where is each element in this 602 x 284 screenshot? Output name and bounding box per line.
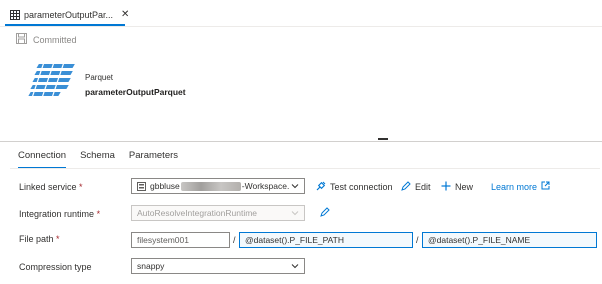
file-path-label: File path *: [19, 234, 60, 244]
tab-title: parameterOutputPar...: [24, 10, 114, 20]
learn-more-link[interactable]: Learn more: [491, 181, 550, 192]
pencil-icon: [401, 181, 411, 193]
dataset-name: parameterOutputParquet: [85, 87, 186, 97]
chevron-down-icon: [291, 262, 299, 270]
file-path-label-text: File path: [19, 234, 54, 244]
table-icon: [10, 10, 20, 20]
edit-label: Edit: [415, 182, 431, 192]
plug-icon: [316, 181, 326, 193]
redacted-text: [180, 181, 241, 191]
save-icon: [16, 33, 27, 46]
test-connection-label: Test connection: [330, 182, 393, 192]
tab-connection[interactable]: Connection: [18, 150, 67, 169]
committed-label: Committed: [33, 34, 77, 45]
directory-value: @dataset().P_FILE_PATH: [245, 235, 345, 245]
tab-schema[interactable]: Schema: [80, 150, 115, 169]
tab-parameter-output-parquet[interactable]: parameterOutputPar... ✕: [5, 6, 129, 26]
file-path-directory-input[interactable]: @dataset().P_FILE_PATH: [239, 232, 413, 248]
tab-parameters[interactable]: Parameters: [129, 150, 178, 169]
committed-status: Committed: [16, 33, 77, 46]
pane-resize-handle[interactable]: [378, 138, 388, 140]
close-icon[interactable]: ✕: [121, 10, 129, 20]
learn-more-label: Learn more: [491, 181, 538, 192]
required-marker: *: [79, 182, 83, 192]
open-external-icon: [541, 181, 550, 192]
chevron-down-icon: [291, 209, 299, 217]
new-button[interactable]: New: [441, 181, 473, 193]
file-value: @dataset().P_FILE_NAME: [428, 235, 531, 245]
integration-runtime-label-text: Integration runtime: [19, 209, 95, 219]
storage-icon: [137, 181, 146, 191]
linked-service-value-suffix: -Workspace.: [241, 181, 290, 191]
container-value: filesystem001: [137, 235, 189, 245]
linked-service-value-prefix: gbbluse: [150, 181, 180, 191]
compression-type-label-text: Compression type: [19, 262, 92, 272]
required-marker: *: [96, 209, 101, 219]
file-path-file-input[interactable]: @dataset().P_FILE_NAME: [422, 232, 597, 248]
compression-type-select[interactable]: snappy: [131, 258, 305, 274]
parquet-icon: [22, 61, 78, 99]
plus-icon: [441, 181, 451, 193]
integration-runtime-label: Integration runtime *: [19, 209, 100, 219]
edit-runtime-button[interactable]: [320, 207, 330, 219]
pane-divider: [0, 141, 602, 142]
path-separator: /: [233, 235, 236, 245]
compression-type-label: Compression type: [19, 262, 92, 272]
path-separator: /: [416, 235, 419, 245]
required-marker: *: [56, 234, 60, 244]
integration-runtime-value: AutoResolveIntegrationRuntime: [137, 208, 258, 218]
linked-service-label: Linked service *: [19, 182, 83, 192]
compression-type-value: snappy: [137, 261, 165, 271]
pencil-icon: [320, 207, 330, 219]
test-connection-button[interactable]: Test connection: [316, 181, 393, 193]
dataset-type: Parquet: [85, 73, 114, 82]
properties-tabs: Connection Schema Parameters: [18, 150, 178, 169]
new-label: New: [455, 182, 474, 192]
linked-service-select[interactable]: gbbluse -Workspace.: [131, 178, 305, 194]
file-path-container-input[interactable]: filesystem001: [131, 232, 230, 248]
tabs-border: [10, 168, 600, 169]
edit-button[interactable]: Edit: [401, 181, 431, 193]
linked-service-label-text: Linked service: [19, 182, 77, 192]
tab-strip-border: [0, 26, 602, 27]
chevron-down-icon: [291, 182, 299, 190]
integration-runtime-select: AutoResolveIntegrationRuntime: [131, 205, 305, 221]
